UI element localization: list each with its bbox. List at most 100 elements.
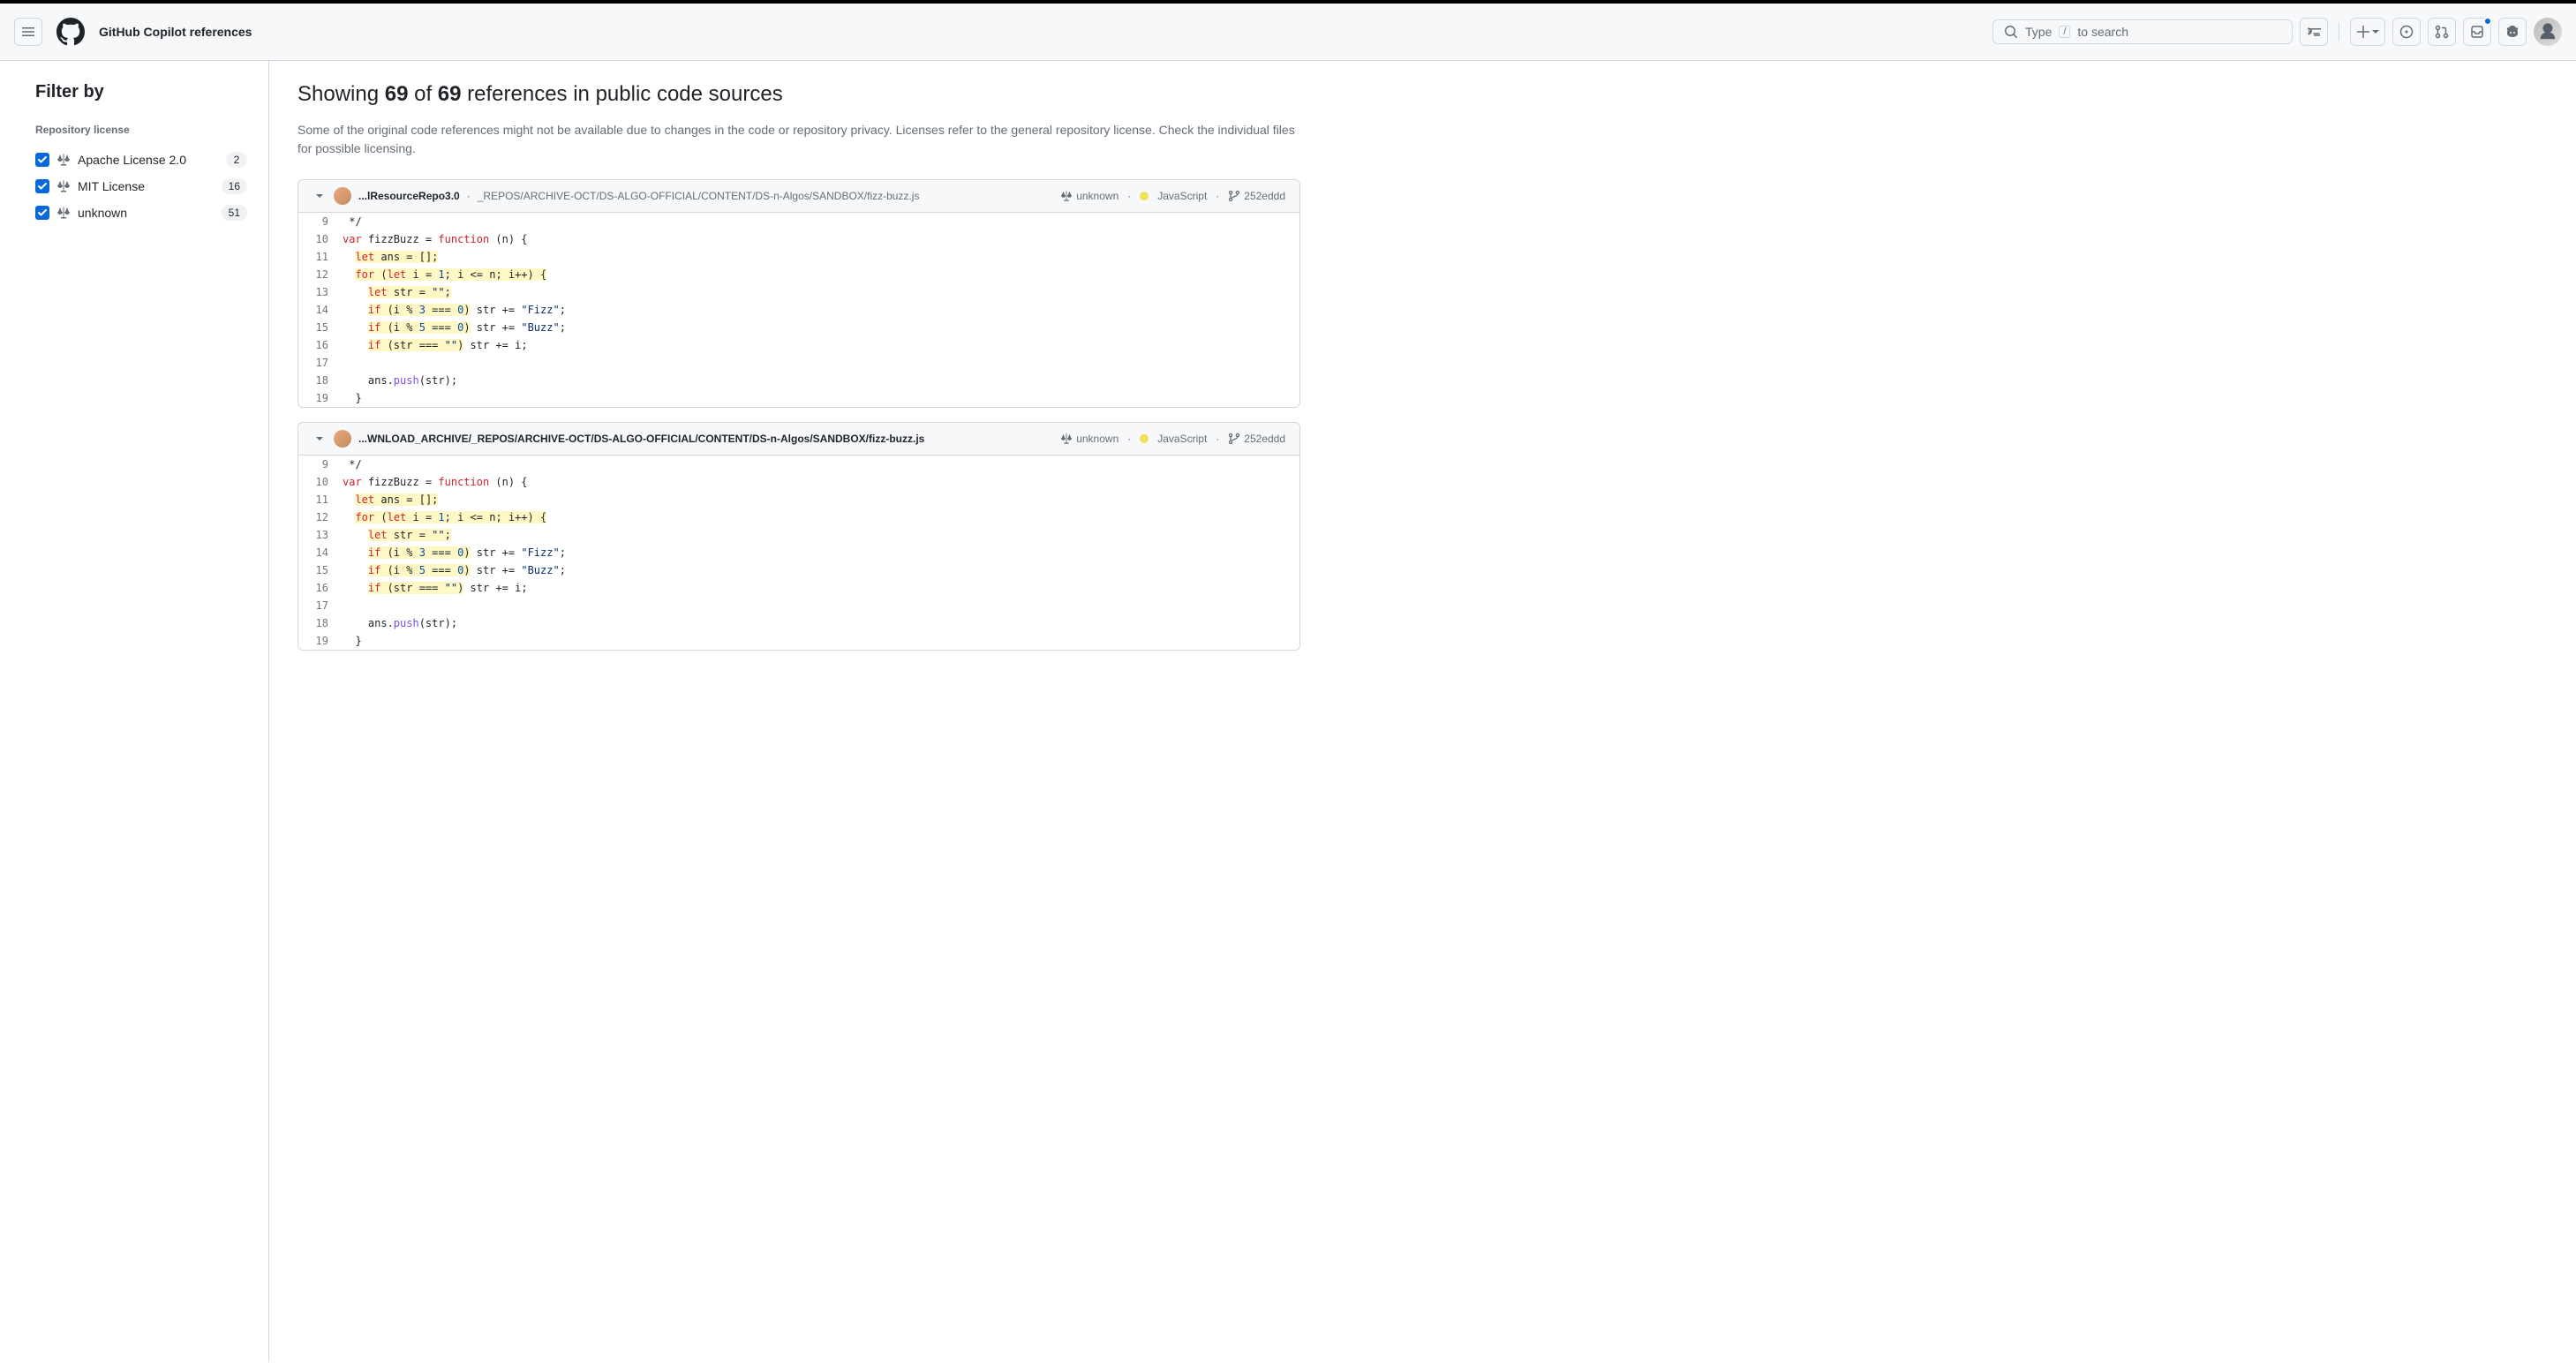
notification-dot — [2483, 17, 2492, 26]
filter-item-unknown[interactable]: unknown 51 — [35, 200, 247, 226]
filter-count: 16 — [222, 178, 247, 194]
checkbox-checked[interactable] — [35, 179, 49, 193]
result-meta: unknown · JavaScript · 252eddd — [1060, 190, 1285, 202]
law-icon — [56, 179, 71, 193]
law-icon — [1060, 433, 1073, 445]
line-number: 18 — [298, 372, 343, 389]
check-icon — [38, 155, 47, 164]
code-block[interactable]: 9 */ 10var fizzBuzz = function (n) { 11 … — [298, 213, 1299, 407]
filter-label: Apache License 2.0 — [78, 153, 219, 167]
code-content: */ — [343, 456, 376, 473]
search-kbd: / — [2059, 26, 2070, 38]
line-number: 16 — [298, 336, 343, 354]
license-text: unknown — [1076, 190, 1119, 202]
caret-down-icon — [2372, 28, 2379, 35]
issue-icon — [2399, 25, 2414, 39]
results-heading: Showing 69 of 69 references in public co… — [298, 82, 1300, 107]
count-total: 69 — [438, 82, 462, 106]
create-new-button[interactable] — [2350, 18, 2385, 46]
license-text: unknown — [1076, 433, 1119, 445]
file-path-link[interactable]: _REPOS/ARCHIVE-OCT/DS-ALGO-OFFICIAL/CONT… — [478, 190, 920, 202]
owner-avatar[interactable] — [334, 430, 351, 448]
line-number: 10 — [298, 473, 343, 491]
line-number: 9 — [298, 213, 343, 230]
license-badge: unknown — [1060, 190, 1119, 202]
filter-count: 51 — [222, 205, 247, 221]
repo-link[interactable]: ...WNLOAD_ARCHIVE/_REPOS/ARCHIVE-OCT/DS-… — [358, 433, 924, 445]
line-number: 17 — [298, 597, 343, 614]
line-number: 17 — [298, 354, 343, 372]
filter-item-mit[interactable]: MIT License 16 — [35, 173, 247, 200]
result-meta: unknown · JavaScript · 252eddd — [1060, 433, 1285, 445]
line-number: 14 — [298, 301, 343, 319]
code-content: if (i % 3 === 0) str += "Fizz"; — [343, 301, 580, 319]
notifications-button[interactable] — [2463, 18, 2491, 46]
user-avatar[interactable] — [2534, 18, 2562, 46]
search-placeholder-pre: Type — [2025, 25, 2052, 39]
language-label: JavaScript — [1157, 433, 1207, 445]
collapse-toggle[interactable] — [313, 432, 327, 446]
plus-icon — [2356, 25, 2370, 39]
code-content: if (str === "") str += i; — [343, 336, 542, 354]
count-shown: 69 — [385, 82, 409, 106]
branch-name: 252eddd — [1244, 433, 1285, 445]
repo-link[interactable]: ...lResourceRepo3.0 — [358, 190, 460, 202]
pull-requests-button[interactable] — [2428, 18, 2456, 46]
line-number: 19 — [298, 632, 343, 650]
dot-separator: · — [1127, 190, 1131, 202]
nav-menu-button[interactable] — [14, 18, 42, 46]
git-branch-icon — [1228, 433, 1240, 445]
page-title: GitHub Copilot references — [99, 25, 252, 39]
checkbox-checked[interactable] — [35, 206, 49, 220]
search-input[interactable]: Type / to search — [1992, 19, 2293, 44]
code-content — [343, 597, 357, 614]
copilot-button[interactable] — [2498, 18, 2527, 46]
terminal-icon — [2307, 25, 2321, 39]
language-dot — [1140, 192, 1149, 200]
code-content: for (let i = 1; i <= n; i++) { — [343, 266, 561, 283]
results-description: Some of the original code references mig… — [298, 121, 1300, 158]
code-content: */ — [343, 213, 376, 230]
git-branch-icon — [1228, 190, 1240, 202]
checkbox-checked[interactable] — [35, 153, 49, 167]
code-content: if (i % 5 === 0) str += "Buzz"; — [343, 319, 580, 336]
chevron-down-icon — [313, 189, 327, 203]
line-number: 12 — [298, 508, 343, 526]
code-content — [343, 354, 357, 372]
code-content: if (i % 5 === 0) str += "Buzz"; — [343, 561, 580, 579]
copilot-icon — [2505, 25, 2520, 39]
branch-badge[interactable]: 252eddd — [1228, 190, 1285, 202]
filter-sidebar: Filter by Repository license Apache Lice… — [0, 61, 269, 1362]
dot-separator: · — [1127, 433, 1131, 445]
header-right: Type / to search — [1992, 18, 2562, 46]
header-left: GitHub Copilot references — [14, 18, 252, 46]
code-content: let str = ""; — [343, 526, 465, 544]
command-palette-button[interactable] — [2300, 18, 2328, 46]
result-card: ...WNLOAD_ARCHIVE/_REPOS/ARCHIVE-OCT/DS-… — [298, 422, 1300, 651]
law-icon — [56, 153, 71, 167]
separator: · — [467, 190, 471, 202]
code-block[interactable]: 9 */ 10var fizzBuzz = function (n) { 11 … — [298, 456, 1299, 650]
code-content: let ans = []; — [343, 248, 452, 266]
chevron-down-icon — [313, 432, 327, 446]
code-content: } — [343, 632, 376, 650]
result-card: ...lResourceRepo3.0 · _REPOS/ARCHIVE-OCT… — [298, 179, 1300, 408]
check-icon — [38, 182, 47, 191]
line-number: 11 — [298, 491, 343, 508]
github-logo[interactable] — [56, 18, 85, 46]
hamburger-icon — [21, 25, 35, 39]
filter-item-apache[interactable]: Apache License 2.0 2 — [35, 147, 247, 173]
branch-badge[interactable]: 252eddd — [1228, 433, 1285, 445]
main-content: Showing 69 of 69 references in public co… — [269, 61, 1329, 1362]
line-number: 13 — [298, 526, 343, 544]
line-number: 19 — [298, 389, 343, 407]
filter-group-title: Repository license — [35, 124, 247, 136]
issues-button[interactable] — [2392, 18, 2421, 46]
dot-separator: · — [1216, 190, 1219, 202]
line-number: 14 — [298, 544, 343, 561]
code-content: } — [343, 389, 376, 407]
language-label: JavaScript — [1157, 190, 1207, 202]
collapse-toggle[interactable] — [313, 189, 327, 203]
owner-avatar[interactable] — [334, 187, 351, 205]
line-number: 15 — [298, 561, 343, 579]
